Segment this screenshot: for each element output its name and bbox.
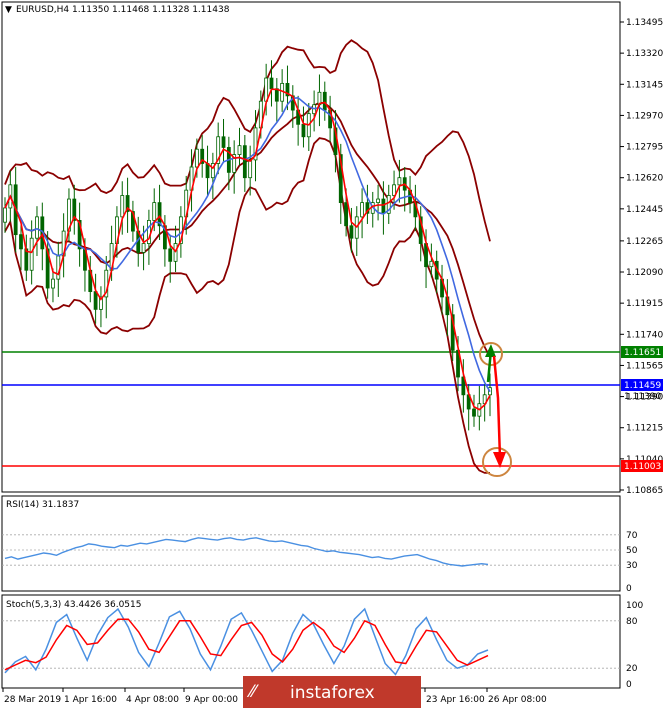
- time-tick-label: 23 Apr 16:00: [426, 695, 485, 705]
- time-tick-label: 28 Mar 2019: [4, 695, 61, 705]
- candle-body: [429, 260, 434, 268]
- candle-body: [349, 225, 354, 239]
- candle-body: [29, 237, 34, 271]
- price-tick-label: 1.11215: [626, 424, 663, 434]
- price-tick-label: 1.10865: [626, 486, 663, 496]
- rsi-tick-label: 50: [626, 546, 638, 556]
- candle-body: [248, 159, 253, 179]
- price-tick-label: 1.12265: [626, 237, 663, 247]
- candle-body: [205, 163, 210, 179]
- candle-body: [221, 136, 226, 148]
- price-tick-label: 1.12620: [626, 174, 663, 184]
- chart-title-arrow: ▼: [5, 5, 12, 15]
- candle-body: [274, 88, 279, 102]
- price-tick-label: 1.11915: [626, 299, 663, 309]
- green-price-tag: 1.11651: [624, 348, 661, 358]
- rsi-tick-label: 30: [626, 561, 638, 571]
- faint-price-tag: 1.11390: [624, 392, 661, 402]
- candle-body: [152, 202, 157, 221]
- candle-body: [322, 91, 327, 111]
- stoch-title: Stoch(5,3,3) 43.4426 36.0515: [6, 600, 141, 610]
- candle-body: [269, 77, 274, 90]
- candle-body: [344, 202, 348, 227]
- candle-body: [360, 202, 364, 218]
- price-tick-label: 1.13145: [626, 80, 663, 90]
- candle-body: [237, 145, 242, 155]
- price-tick-label: 1.12970: [626, 111, 663, 121]
- price-tick-label: 1.11565: [626, 361, 663, 371]
- stoch-tick-label: 100: [626, 601, 643, 611]
- price-tick-label: 1.12445: [626, 205, 663, 215]
- rsi-title: RSI(14) 31.1837: [6, 500, 79, 510]
- time-tick-label: 1 Apr 16:00: [64, 695, 117, 705]
- candle-body: [194, 148, 199, 168]
- stoch-tick-label: 20: [626, 664, 638, 674]
- stoch-tick-label: 80: [626, 617, 638, 627]
- stoch-tick-label: 0: [626, 680, 632, 690]
- price-axis: 1.13495 1.13320 1.13145 1.12970 1.12795 1.126…: [620, 18, 663, 496]
- time-tick-label: 26 Apr 08:00: [488, 695, 547, 705]
- price-tick-label: 1.12090: [626, 268, 663, 278]
- watermark-text: instaforex: [290, 683, 375, 703]
- candle-body: [301, 123, 306, 138]
- candle-body: [3, 207, 7, 223]
- price-tick-label: 1.11740: [626, 330, 663, 340]
- rsi-tick-label: 0: [626, 584, 632, 594]
- candle-body: [472, 408, 476, 417]
- red-price-tag: 1.11003: [624, 462, 661, 472]
- candle-body: [381, 198, 386, 214]
- rsi-tick-label: 70: [626, 531, 638, 541]
- time-tick-label: 4 Apr 08:00: [126, 695, 179, 705]
- candle-body: [93, 291, 98, 310]
- rsi-panel: [1, 495, 621, 592]
- time-tick-label: 9 Apr 00:00: [185, 695, 238, 705]
- candle-body: [397, 177, 402, 186]
- watermark: ⁄⁄ instaforex: [243, 676, 421, 708]
- candle-body: [141, 243, 146, 253]
- candle-body: [35, 216, 39, 239]
- candle-body: [242, 145, 247, 179]
- price-tick-label: 1.12795: [626, 143, 663, 153]
- candle-body: [168, 248, 173, 262]
- candle-body: [56, 255, 61, 280]
- blue-price-tag: 1.11459: [624, 381, 661, 391]
- candle-body: [264, 77, 269, 102]
- candle-body: [376, 198, 380, 204]
- candle-body: [51, 278, 55, 289]
- price-tick-label: 1.13495: [626, 18, 663, 28]
- chart-title: EURUSD,H4 1.11350 1.11468 1.11328 1.1143…: [16, 5, 230, 15]
- price-tick-label: 1.13320: [626, 49, 663, 59]
- candle-body: [19, 234, 23, 250]
- eurusd-chart: ▼ EURUSD,H4 1.11350 1.11468 1.11328 1.11…: [1, 1, 663, 708]
- candle-body: [120, 195, 125, 218]
- main-price-panel: [1, 1, 621, 493]
